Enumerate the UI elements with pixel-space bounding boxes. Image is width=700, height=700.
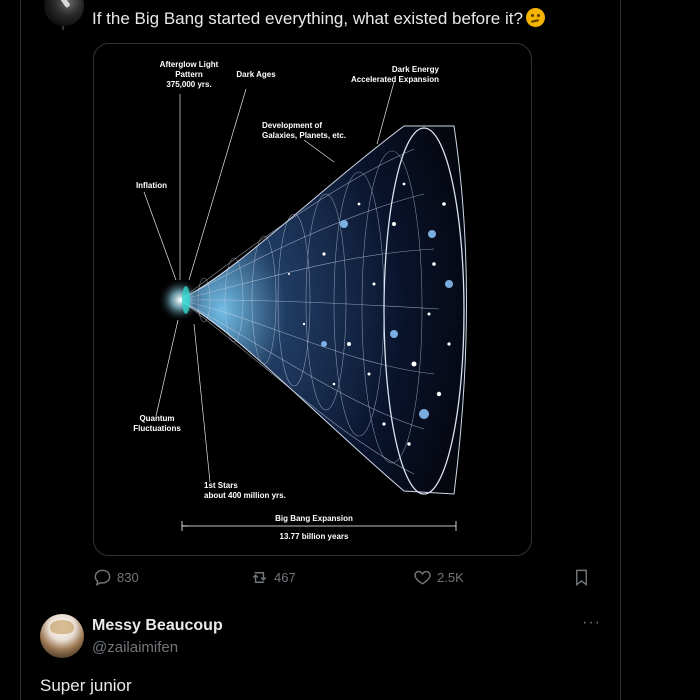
label-quantum: Quantum Fluctuations <box>133 414 181 433</box>
timeline-left-border <box>20 0 21 700</box>
tweet-text-body: If the Big Bang started everything, what… <box>92 9 523 28</box>
label-years: 13.77 billion years <box>279 532 349 541</box>
reply-button[interactable]: 830 <box>93 568 139 587</box>
retweet-button[interactable]: 467 <box>250 568 296 587</box>
label-galaxies: Development of Galaxies, Planets, etc. <box>262 121 347 140</box>
more-options-icon[interactable]: ··· <box>582 614 601 632</box>
tweet-image[interactable]: Afterglow Light Pattern 375,000 yrs. Dar… <box>93 43 532 556</box>
reply-text: Super junior <box>40 676 132 695</box>
reply-author-handle[interactable]: @zailaimifen <box>92 639 178 656</box>
label-first-stars: 1st Stars about 400 million yrs. <box>204 481 286 500</box>
label-expansion: Big Bang Expansion <box>275 514 353 523</box>
thinking-face-icon <box>525 8 545 27</box>
heart-icon <box>414 570 431 585</box>
reply-author-name[interactable]: Messy Beaucoup <box>92 617 223 635</box>
timeline-right-border <box>620 0 621 700</box>
like-count: 2.5K <box>437 570 464 585</box>
label-dark-energy: Dark Energy Accelerated Expansion <box>350 65 439 84</box>
reply-icon <box>94 569 111 586</box>
retweet-count: 467 <box>274 570 296 585</box>
tweet-actions: 830 467 2.5K <box>93 568 593 590</box>
reply-count: 830 <box>117 570 139 585</box>
like-button[interactable]: 2.5K <box>413 568 464 587</box>
label-dark-ages: Dark Ages <box>236 70 276 79</box>
label-inflation: Inflation <box>135 181 168 190</box>
reply-avatar[interactable] <box>40 614 84 658</box>
bookmark-button[interactable] <box>572 568 591 587</box>
tweet-text: If the Big Bang started everything, what… <box>92 8 545 30</box>
retweet-icon <box>252 572 267 583</box>
avatar[interactable] <box>44 0 84 26</box>
bookmark-icon <box>576 569 587 587</box>
